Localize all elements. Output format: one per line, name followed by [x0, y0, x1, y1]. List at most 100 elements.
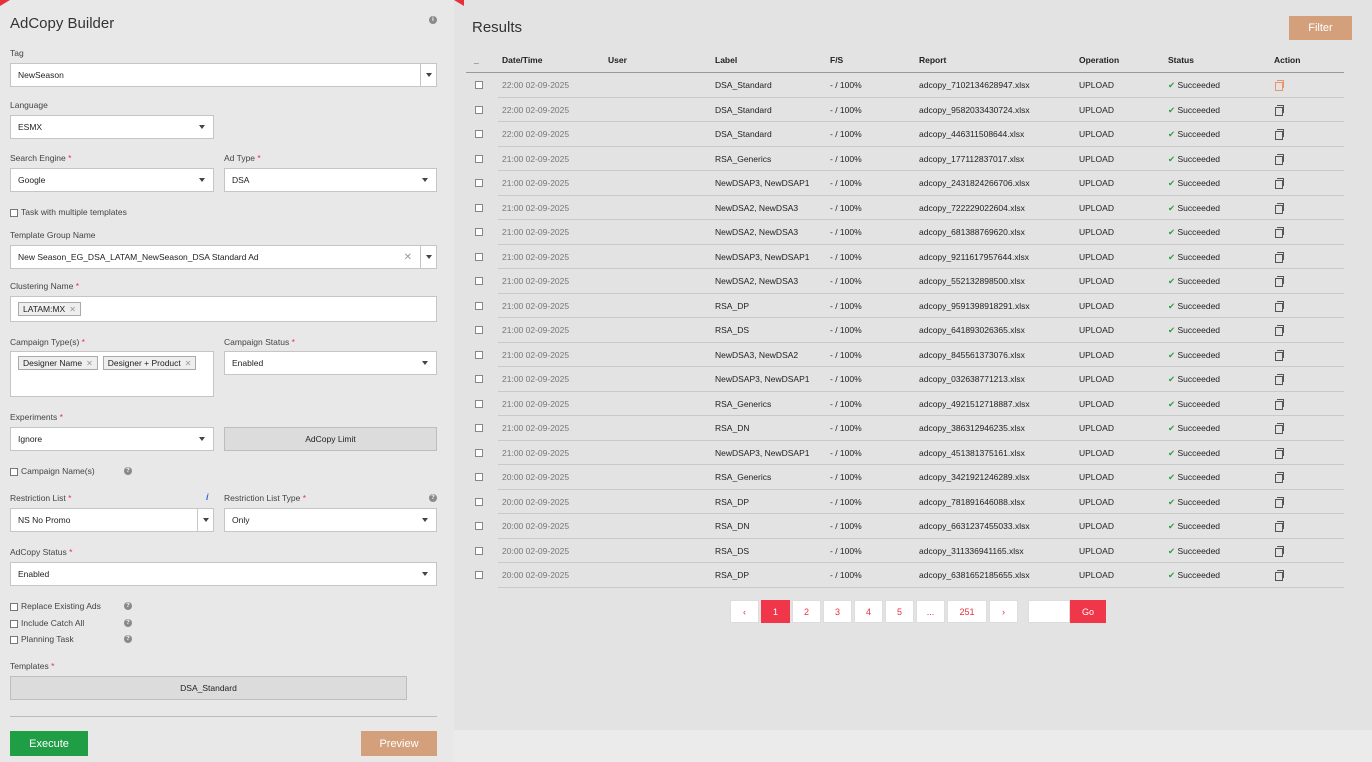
cell-report[interactable]: adcopy_722229022604.xlsx: [919, 203, 1025, 213]
remove-tag-icon[interactable]: ✕: [185, 359, 192, 368]
cell-report[interactable]: adcopy_451381375161.xlsx: [919, 448, 1025, 458]
adcopy-limit-button[interactable]: AdCopy Limit: [224, 427, 437, 451]
cell-report[interactable]: adcopy_681388769620.xlsx: [919, 227, 1025, 237]
chevron-down-icon[interactable]: [420, 64, 436, 86]
remove-tag-icon[interactable]: ✕: [69, 305, 76, 314]
copy-icon[interactable]: [1275, 472, 1284, 483]
cell-report[interactable]: adcopy_2431824266706.xlsx: [919, 178, 1030, 188]
row-checkbox[interactable]: [475, 448, 483, 457]
row-checkbox[interactable]: [475, 350, 483, 359]
preview-button[interactable]: Preview: [361, 731, 437, 756]
copy-icon[interactable]: [1275, 104, 1284, 116]
copy-icon[interactable]: [1275, 300, 1284, 312]
cell-report[interactable]: adcopy_032638771213.xlsx: [919, 374, 1025, 384]
chevron-down-icon[interactable]: [420, 246, 436, 268]
table-row[interactable]: 20:00 02-09-2025 RSA_Generics - / 100% adco…: [466, 465, 1344, 490]
table-row[interactable]: 21:00 02-09-2025 NewDSA2, NewDSA3 - / 100%…: [466, 196, 1344, 220]
go-button[interactable]: Go: [1070, 600, 1106, 623]
table-row[interactable]: 20:00 02-09-2025 RSA_DN - / 100% adcopy_663…: [466, 514, 1344, 539]
cell-report[interactable]: adcopy_7102134628947.xlsx: [919, 80, 1030, 90]
table-row[interactable]: 21:00 02-09-2025 NewDSA2, NewDSA3 - / 100%…: [466, 220, 1344, 245]
campaign-type-tag[interactable]: Designer Name ✕: [18, 356, 98, 370]
row-checkbox[interactable]: [475, 473, 483, 481]
table-row[interactable]: 21:00 02-09-2025 NewDSAP3, NewDSAP1 - / 10…: [466, 441, 1344, 465]
row-checkbox[interactable]: [475, 497, 483, 506]
page-button[interactable]: 2: [792, 600, 821, 623]
col-status[interactable]: Status: [1168, 55, 1194, 65]
cell-report[interactable]: adcopy_386312946235.xlsx: [919, 423, 1025, 433]
cell-report[interactable]: adcopy_9591398918291.xlsx: [919, 301, 1030, 311]
table-row[interactable]: 21:00 02-09-2025 NewDSAP3, NewDSAP1 - / 10…: [466, 245, 1344, 269]
clear-icon[interactable]: ✕: [404, 252, 412, 263]
tag-select[interactable]: NewSeason: [10, 63, 437, 87]
table-row[interactable]: 21:00 02-09-2025 NewDSA2, NewDSA3 - / 100%…: [466, 269, 1344, 294]
table-row[interactable]: 22:00 02-09-2025 DSA_Standard - / 100% adco…: [466, 122, 1344, 147]
cell-report[interactable]: adcopy_9211617957644.xlsx: [919, 252, 1029, 262]
table-row[interactable]: 22:00 02-09-2025 DSA_Standard - / 100% adco…: [466, 73, 1344, 98]
template-button[interactable]: DSA_Standard: [10, 676, 407, 700]
cell-report[interactable]: adcopy_9582033430724.xlsx: [919, 105, 1030, 115]
col-report[interactable]: Report: [919, 55, 946, 65]
clustering-multiselect[interactable]: LATAM:MX ✕: [10, 296, 437, 322]
copy-icon[interactable]: [1275, 545, 1284, 557]
checkbox[interactable]: [10, 208, 18, 217]
page-button[interactable]: 5: [885, 600, 914, 623]
cell-report[interactable]: adcopy_4921512718887.xlsx: [919, 399, 1030, 409]
copy-icon[interactable]: [1275, 129, 1284, 140]
table-row[interactable]: 21:00 02-09-2025 RSA_DS - / 100% adcopy_641…: [466, 318, 1344, 343]
clustering-tag[interactable]: LATAM:MX ✕: [18, 302, 81, 316]
table-row[interactable]: 20:00 02-09-2025 RSA_DP - / 100% adcopy_638…: [466, 563, 1344, 588]
table-row[interactable]: 21:00 02-09-2025 RSA_DP - / 100% adcopy_959…: [466, 294, 1344, 318]
cell-report[interactable]: adcopy_781891646088.xlsx: [919, 497, 1025, 507]
table-row[interactable]: 21:00 02-09-2025 RSA_Generics - / 100% adco…: [466, 147, 1344, 171]
row-checkbox[interactable]: [475, 105, 483, 114]
copy-icon[interactable]: [1275, 521, 1284, 532]
row-checkbox[interactable]: [475, 546, 483, 555]
row-checkbox[interactable]: [475, 399, 483, 408]
campaign-types-multiselect[interactable]: Designer Name ✕ Designer + Product ✕: [10, 351, 214, 397]
copy-icon[interactable]: [1275, 251, 1284, 263]
execute-button[interactable]: Execute: [10, 731, 88, 756]
col-operation[interactable]: Operation: [1079, 55, 1119, 65]
cell-report[interactable]: adcopy_311336941165.xlsx: [919, 546, 1024, 556]
help-icon[interactable]: ?: [124, 467, 132, 475]
row-checkbox[interactable]: [475, 301, 483, 310]
row-checkbox[interactable]: [475, 130, 483, 138]
row-checkbox[interactable]: [475, 571, 483, 579]
copy-icon[interactable]: [1275, 325, 1284, 336]
cell-report[interactable]: adcopy_6631237455033.xlsx: [919, 521, 1030, 531]
cell-report[interactable]: adcopy_845561373076.xlsx: [919, 350, 1025, 360]
next-page-button[interactable]: ›: [989, 600, 1018, 623]
copy-icon[interactable]: [1275, 80, 1284, 91]
row-checkbox[interactable]: [475, 203, 483, 212]
cell-report[interactable]: adcopy_6381652185655.xlsx: [919, 570, 1030, 580]
restriction-type-select[interactable]: Only: [224, 508, 437, 532]
row-checkbox[interactable]: [475, 252, 483, 261]
prev-page-button[interactable]: ‹: [730, 600, 759, 623]
copy-icon[interactable]: [1275, 447, 1284, 459]
cell-report[interactable]: adcopy_552132898500.xlsx: [919, 276, 1025, 286]
row-checkbox[interactable]: [475, 277, 483, 285]
language-select[interactable]: ESMX: [10, 115, 214, 139]
replace-existing-checkbox[interactable]: Replace Existing Ads: [10, 601, 101, 611]
search-engine-select[interactable]: Google: [10, 168, 214, 192]
go-to-page-input[interactable]: [1028, 600, 1070, 623]
campaign-status-select[interactable]: Enabled: [224, 351, 437, 375]
table-row[interactable]: 22:00 02-09-2025 DSA_Standard - / 100% adco…: [466, 98, 1344, 122]
table-row[interactable]: 20:00 02-09-2025 RSA_DP - / 100% adcopy_781…: [466, 490, 1344, 514]
row-checkbox[interactable]: [475, 81, 483, 89]
help-icon[interactable]: ?: [429, 494, 437, 502]
page-button[interactable]: 251: [947, 600, 987, 623]
copy-icon[interactable]: [1275, 178, 1284, 189]
cell-report[interactable]: adcopy_446311508644.xlsx: [919, 129, 1024, 139]
copy-icon[interactable]: [1275, 398, 1284, 410]
col-label[interactable]: Label: [715, 55, 737, 65]
help-icon[interactable]: i: [429, 16, 437, 24]
cell-report[interactable]: adcopy_3421921246289.xlsx: [919, 472, 1030, 482]
copy-icon[interactable]: [1275, 570, 1284, 581]
table-row[interactable]: 21:00 02-09-2025 NewDSA3, NewDSA2 - / 100%…: [466, 343, 1344, 367]
copy-icon[interactable]: [1275, 496, 1284, 508]
include-catch-all-checkbox[interactable]: Include Catch All: [10, 618, 84, 628]
chevron-down-icon[interactable]: [197, 509, 213, 531]
row-checkbox[interactable]: [475, 375, 483, 383]
